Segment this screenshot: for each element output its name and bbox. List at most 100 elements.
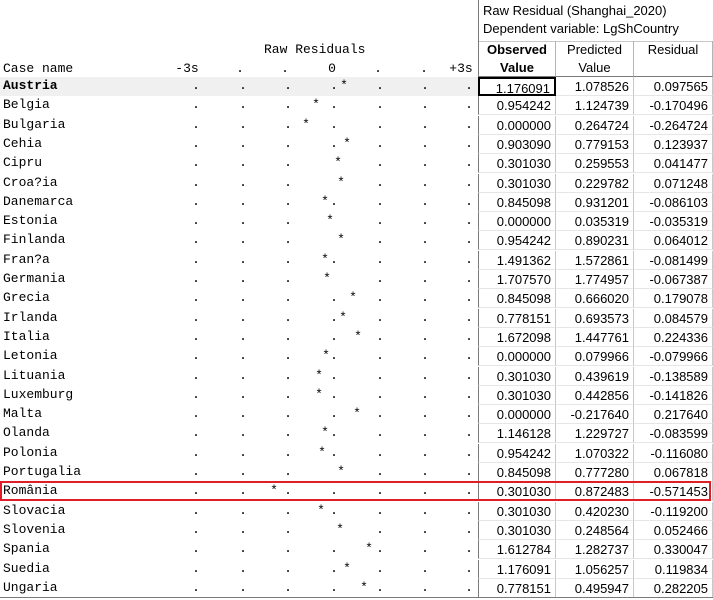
predicted-cell[interactable]: 1.070322 [556, 444, 634, 463]
residual-cell[interactable]: -0.079966 [634, 347, 713, 366]
table-row[interactable]: Lituania....... * [0, 367, 478, 386]
table-row[interactable]: Italia....... * [0, 328, 478, 347]
observed-cell[interactable]: 0.301030 [478, 521, 556, 540]
observed-cell[interactable]: 0.845098 [478, 193, 556, 212]
residual-cell[interactable]: 0.071248 [634, 174, 713, 193]
observed-cell[interactable]: 0.954242 [478, 444, 556, 463]
observed-cell[interactable]: 1.612784 [478, 540, 556, 559]
predicted-cell[interactable]: 1.572861 [556, 251, 634, 270]
observed-cell[interactable]: 0.778151 [478, 309, 556, 328]
residual-cell[interactable]: 0.282205 [634, 579, 713, 598]
table-row[interactable]: Olanda....... * [0, 424, 478, 443]
observed-cell[interactable]: 0.301030 [478, 482, 556, 501]
observed-cell[interactable]: 0.845098 [478, 289, 556, 308]
residual-cell[interactable]: -0.141826 [634, 386, 713, 405]
predicted-cell[interactable]: 0.931201 [556, 193, 634, 212]
table-row[interactable]: Spania....... * [0, 540, 478, 559]
observed-cell[interactable]: 1.176091 [478, 560, 556, 579]
observed-cell[interactable]: 0.000000 [478, 212, 556, 231]
predicted-cell[interactable]: 0.264724 [556, 116, 634, 135]
residual-cell[interactable]: 0.179078 [634, 289, 713, 308]
table-row[interactable]: Portugalia...... * [0, 463, 478, 482]
predicted-cell[interactable]: 1.447761 [556, 328, 634, 347]
residual-cell[interactable]: -0.571453 [634, 482, 713, 501]
observed-cell[interactable]: 0.301030 [478, 174, 556, 193]
predicted-cell[interactable]: 0.777280 [556, 463, 634, 482]
table-row[interactable]: Slovenia...... * [0, 521, 478, 540]
predicted-cell[interactable]: 0.495947 [556, 579, 634, 598]
residual-cell[interactable]: 0.052466 [634, 521, 713, 540]
observed-cell[interactable]: 0.301030 [478, 367, 556, 386]
table-row[interactable]: România....... * [0, 482, 478, 501]
predicted-cell[interactable]: 0.079966 [556, 347, 634, 366]
observed-cell[interactable]: 0.845098 [478, 463, 556, 482]
observed-cell[interactable]: 0.000000 [478, 405, 556, 424]
table-row[interactable]: Bulgaria....... * [0, 116, 478, 135]
residual-cell[interactable]: 0.064012 [634, 231, 713, 250]
table-row[interactable]: Malta....... * [0, 405, 478, 424]
residual-cell[interactable]: 0.330047 [634, 540, 713, 559]
residual-cell[interactable]: 0.123937 [634, 135, 713, 154]
predicted-value-header[interactable]: Predicted Value [556, 41, 634, 77]
residual-cell[interactable]: -0.119200 [634, 502, 713, 521]
observed-cell[interactable]: 0.954242 [478, 231, 556, 250]
residual-cell[interactable]: -0.035319 [634, 212, 713, 231]
case-name-header[interactable]: Case name [3, 61, 73, 76]
table-row[interactable]: Finlanda...... * [0, 231, 478, 250]
observed-cell[interactable]: 1.491362 [478, 251, 556, 270]
predicted-cell[interactable]: 0.872483 [556, 482, 634, 501]
predicted-cell[interactable]: 0.420230 [556, 502, 634, 521]
predicted-cell[interactable]: 0.248564 [556, 521, 634, 540]
table-row[interactable]: Austria....... * [0, 77, 478, 96]
residual-cell[interactable]: -0.083599 [634, 424, 713, 443]
table-row[interactable]: Grecia....... * [0, 289, 478, 308]
predicted-cell[interactable]: 0.779153 [556, 135, 634, 154]
observed-cell[interactable]: 0.301030 [478, 386, 556, 405]
observed-cell[interactable]: 0.301030 [478, 502, 556, 521]
residual-cell[interactable]: 0.097565 [634, 77, 713, 96]
observed-cell[interactable]: 0.000000 [478, 116, 556, 135]
residual-cell[interactable]: 0.119834 [634, 560, 713, 579]
table-row[interactable]: Luxemburg....... * [0, 386, 478, 405]
predicted-cell[interactable]: 0.693573 [556, 309, 634, 328]
predicted-cell[interactable]: 0.035319 [556, 212, 634, 231]
residual-cell[interactable]: -0.264724 [634, 116, 713, 135]
observed-cell[interactable]: 1.146128 [478, 424, 556, 443]
predicted-cell[interactable]: -0.217640 [556, 405, 634, 424]
observed-cell[interactable]: 1.707570 [478, 270, 556, 289]
table-row[interactable]: Estonia...... * [0, 212, 478, 231]
table-row[interactable]: Belgia....... * [0, 96, 478, 115]
observed-cell[interactable]: 0.903090 [478, 135, 556, 154]
table-row[interactable]: Polonia....... * [0, 444, 478, 463]
residual-cell[interactable]: -0.170496 [634, 96, 713, 115]
table-row[interactable]: Danemarca....... * [0, 193, 478, 212]
observed-cell[interactable]: 0.954242 [478, 96, 556, 115]
residual-cell[interactable]: -0.081499 [634, 251, 713, 270]
predicted-cell[interactable]: 0.890231 [556, 231, 634, 250]
observed-cell[interactable]: 0.000000 [478, 347, 556, 366]
residual-cell[interactable]: -0.067387 [634, 270, 713, 289]
predicted-cell[interactable]: 1.282737 [556, 540, 634, 559]
predicted-cell[interactable]: 0.439619 [556, 367, 634, 386]
predicted-cell[interactable]: 1.078526 [556, 77, 634, 96]
table-row[interactable]: Croa?ia...... * [0, 174, 478, 193]
table-row[interactable]: Germania...... * [0, 270, 478, 289]
observed-cell[interactable]: 0.778151 [478, 579, 556, 598]
predicted-cell[interactable]: 0.442856 [556, 386, 634, 405]
residual-cell[interactable]: 0.217640 [634, 405, 713, 424]
residual-cell[interactable]: 0.041477 [634, 154, 713, 173]
table-row[interactable]: Cipru...... * [0, 154, 478, 173]
observed-cell[interactable]: 1.672098 [478, 328, 556, 347]
residual-cell[interactable]: -0.116080 [634, 444, 713, 463]
predicted-cell[interactable]: 0.229782 [556, 174, 634, 193]
predicted-cell[interactable]: 0.666020 [556, 289, 634, 308]
predicted-cell[interactable]: 0.259553 [556, 154, 634, 173]
residual-cell[interactable]: -0.086103 [634, 193, 713, 212]
predicted-cell[interactable]: 1.774957 [556, 270, 634, 289]
predicted-cell[interactable]: 1.229727 [556, 424, 634, 443]
residual-header[interactable]: Residual [634, 41, 713, 77]
observed-cell[interactable]: 1.176091 [478, 77, 556, 96]
observed-value-header[interactable]: Observed Value [478, 41, 556, 77]
table-row[interactable]: Irlanda....... * [0, 309, 478, 328]
predicted-cell[interactable]: 1.124739 [556, 96, 634, 115]
